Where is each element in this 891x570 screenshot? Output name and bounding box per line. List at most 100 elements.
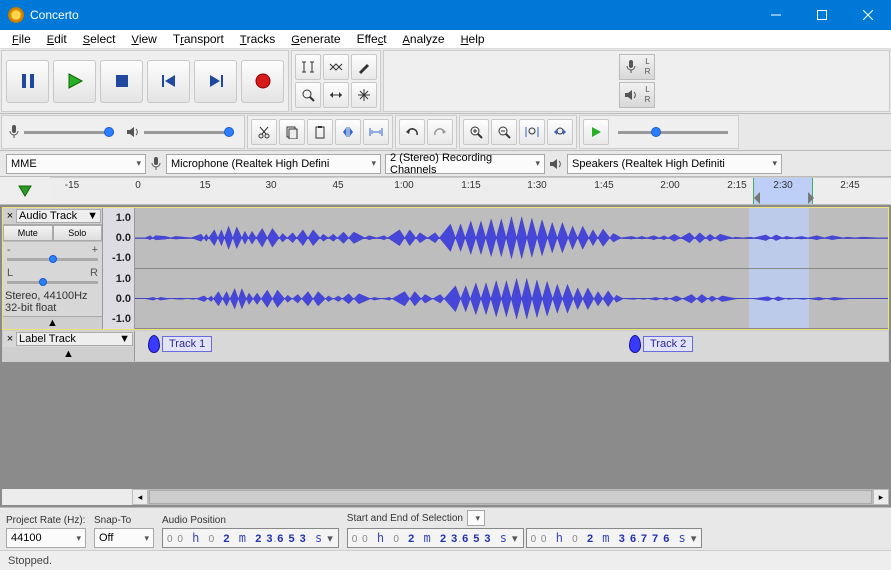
track-close-button[interactable]: × bbox=[4, 210, 16, 222]
track-menu-button[interactable]: Audio Track▼ bbox=[16, 209, 101, 223]
project-rate-combo[interactable]: 44100 bbox=[6, 528, 86, 548]
track-format-info: Stereo, 44100Hz32-bit float bbox=[3, 288, 102, 316]
pin-icon[interactable] bbox=[18, 184, 32, 198]
audio-position-display[interactable]: 0 0 h 0 2 m 2 3.6 5 3 s ▾ bbox=[162, 528, 339, 548]
label-pin-icon bbox=[629, 335, 641, 353]
audio-position-label: Audio Position bbox=[162, 515, 339, 526]
menu-transport[interactable]: Transport bbox=[165, 31, 232, 47]
mixer-toolbar bbox=[1, 115, 245, 149]
stop-button[interactable] bbox=[100, 60, 143, 103]
audio-host-combo[interactable]: MME bbox=[6, 154, 146, 174]
label-track-menu-button[interactable]: Label Track▼ bbox=[16, 332, 133, 346]
mic-icon bbox=[620, 59, 642, 75]
zoom-out-button[interactable] bbox=[491, 119, 517, 145]
edit-toolbar bbox=[247, 115, 393, 149]
envelope-tool[interactable] bbox=[323, 54, 349, 80]
menu-generate[interactable]: Generate bbox=[283, 31, 348, 47]
snap-to-label: Snap-To bbox=[94, 515, 154, 526]
status-bar: Stopped. bbox=[0, 550, 891, 570]
play-button[interactable] bbox=[53, 60, 96, 103]
menu-file[interactable]: File bbox=[4, 31, 39, 47]
toolbar-area: LR -57-54-51-48-45-42-3 Click to Start M… bbox=[0, 49, 891, 114]
label-track-collapse-button[interactable]: ▲ bbox=[3, 347, 134, 361]
menu-select[interactable]: Select bbox=[75, 31, 124, 47]
fit-selection-button[interactable] bbox=[519, 119, 545, 145]
close-button[interactable] bbox=[845, 0, 891, 30]
fit-project-button[interactable] bbox=[547, 119, 573, 145]
selection-label: Start and End of Selection bbox=[347, 513, 463, 524]
recording-device-combo[interactable]: Microphone (Realtek High Defini bbox=[166, 154, 381, 174]
toolbar-row-2 bbox=[0, 114, 891, 151]
waveform-channel-left bbox=[135, 208, 888, 269]
selection-tool[interactable] bbox=[295, 54, 321, 80]
playback-speed-slider[interactable] bbox=[610, 119, 736, 145]
label-marker-1[interactable]: Track 1 bbox=[148, 335, 212, 353]
device-toolbar: MME Microphone (Realtek High Defini 2 (S… bbox=[0, 151, 891, 177]
menu-edit[interactable]: Edit bbox=[39, 31, 75, 47]
track-control-panel: × Audio Track▼ MuteSolo -+ LR Stereo, 44… bbox=[3, 208, 103, 329]
play-at-speed-toolbar bbox=[579, 115, 739, 149]
playback-device-combo[interactable]: Speakers (Realtek High Definiti bbox=[567, 154, 782, 174]
minimize-button[interactable] bbox=[753, 0, 799, 30]
titlebar: Concerto bbox=[0, 0, 891, 30]
gain-slider[interactable]: -+ bbox=[3, 242, 102, 265]
recording-volume-slider[interactable] bbox=[4, 119, 122, 145]
undo-button[interactable] bbox=[399, 119, 425, 145]
meters-toolbar: LR -57-54-51-48-45-42-3 Click to Start M… bbox=[383, 50, 890, 112]
menu-view[interactable]: View bbox=[123, 31, 164, 47]
menu-analyze[interactable]: Analyze bbox=[395, 31, 453, 47]
menu-help[interactable]: Help bbox=[453, 31, 493, 47]
copy-button[interactable] bbox=[279, 119, 305, 145]
recording-channels-combo[interactable]: 2 (Stereo) Recording Channels bbox=[385, 154, 545, 174]
waveform-channel-right bbox=[135, 269, 888, 330]
selection-start-display[interactable]: 0 0 h 0 2 m 2 3.6 5 3 s ▾ bbox=[347, 528, 524, 548]
silence-button[interactable] bbox=[363, 119, 389, 145]
pan-slider[interactable]: LR bbox=[3, 265, 102, 288]
status-text: Stopped. bbox=[8, 555, 52, 567]
menu-tracks[interactable]: Tracks bbox=[232, 31, 283, 47]
label-pin-icon bbox=[148, 335, 160, 353]
pause-button[interactable] bbox=[6, 60, 49, 103]
track-collapse-button[interactable]: ▲ bbox=[3, 316, 102, 329]
snap-to-combo[interactable]: Off bbox=[94, 528, 154, 548]
timeshift-tool[interactable] bbox=[323, 82, 349, 108]
cut-button[interactable] bbox=[251, 119, 277, 145]
scroll-right-button[interactable]: ▸ bbox=[873, 489, 889, 505]
project-rate-label: Project Rate (Hz): bbox=[6, 515, 86, 526]
recording-meter[interactable]: LR -57-54-51-48-45-42-3 Click to Start M… bbox=[619, 54, 655, 80]
redo-button[interactable] bbox=[427, 119, 453, 145]
selection-toolbar: Project Rate (Hz): 44100 Snap-To Off Aud… bbox=[0, 507, 891, 550]
selection-end-display[interactable]: 0 0 h 0 2 m 3 6.7 7 6 s ▾ bbox=[526, 528, 703, 548]
skip-start-button[interactable] bbox=[147, 60, 190, 103]
record-button[interactable] bbox=[241, 60, 284, 103]
menubar: File Edit Select View Transport Tracks G… bbox=[0, 30, 891, 49]
play-at-speed-button[interactable] bbox=[583, 119, 609, 145]
label-track-close-button[interactable]: × bbox=[4, 333, 16, 345]
label-area[interactable]: Track 1 Track 2 bbox=[135, 331, 888, 361]
zoom-in-button[interactable] bbox=[463, 119, 489, 145]
selection-type-combo[interactable] bbox=[467, 510, 485, 526]
menu-effect[interactable]: Effect bbox=[349, 31, 395, 47]
waveform-display[interactable] bbox=[135, 208, 888, 329]
skip-end-button[interactable] bbox=[194, 60, 237, 103]
scroll-left-button[interactable]: ◂ bbox=[132, 489, 148, 505]
track-area: × Audio Track▼ MuteSolo -+ LR Stereo, 44… bbox=[0, 205, 891, 507]
audio-track: × Audio Track▼ MuteSolo -+ LR Stereo, 44… bbox=[2, 207, 889, 330]
zoom-toolbar bbox=[459, 115, 577, 149]
trim-button[interactable] bbox=[335, 119, 361, 145]
vertical-ruler-left: 1.00.0-1.0 1.00.0-1.0 bbox=[103, 208, 135, 329]
draw-tool[interactable] bbox=[351, 54, 377, 80]
label-marker-2[interactable]: Track 2 bbox=[629, 335, 693, 353]
playback-meter[interactable]: LR -57-54-51-48-45-42-39-36-33-30-27-24-… bbox=[619, 82, 655, 108]
zoom-tool[interactable] bbox=[295, 82, 321, 108]
mute-button[interactable]: Mute bbox=[3, 225, 53, 241]
timeline-ruler[interactable]: -15 0 15 30 45 1:00 1:15 1:30 1:45 2:00 … bbox=[0, 177, 891, 205]
transport-toolbar bbox=[1, 50, 289, 112]
mic-icon bbox=[150, 156, 162, 172]
paste-button[interactable] bbox=[307, 119, 333, 145]
playback-volume-slider[interactable] bbox=[122, 119, 242, 145]
solo-button[interactable]: Solo bbox=[53, 225, 103, 241]
multi-tool[interactable] bbox=[351, 82, 377, 108]
maximize-button[interactable] bbox=[799, 0, 845, 30]
horizontal-scrollbar[interactable]: ◂ ▸ bbox=[2, 489, 889, 505]
